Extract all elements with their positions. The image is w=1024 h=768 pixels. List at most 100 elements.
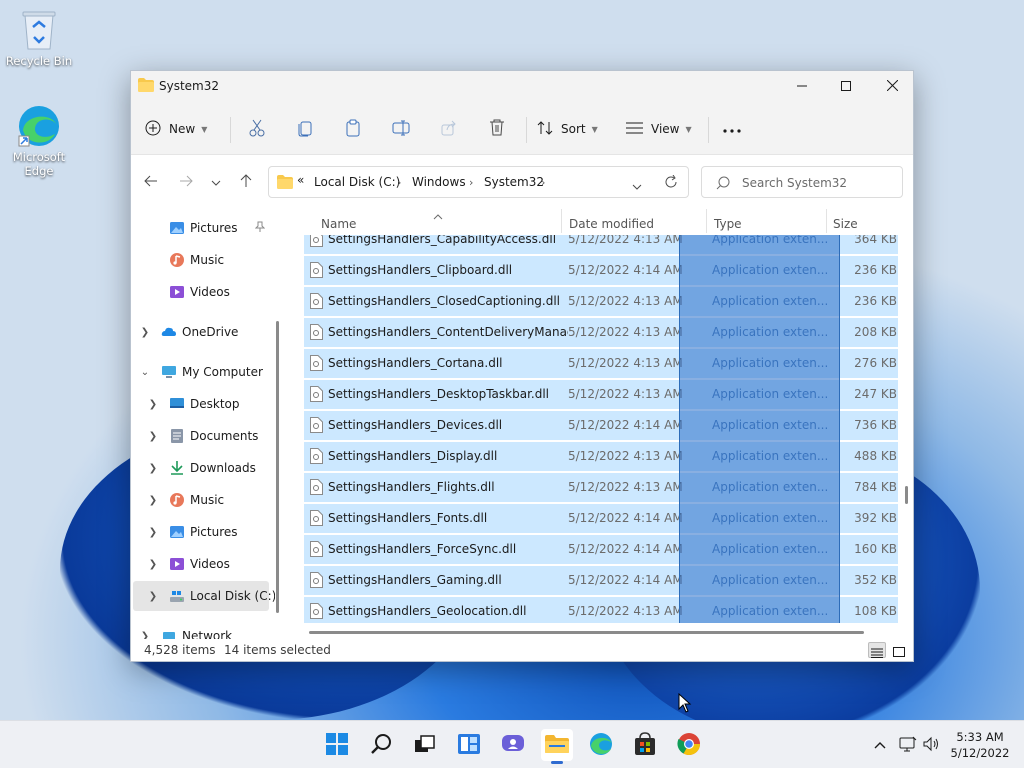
chevron-right-icon: › — [397, 176, 402, 189]
recent-locations-button[interactable] — [204, 170, 228, 194]
refresh-icon[interactable] — [664, 174, 678, 192]
nav-item-my-computer[interactable]: ⌄ My Computer — [131, 357, 271, 387]
search-icon — [716, 176, 730, 193]
nav-item-music-quick[interactable]: Music — [131, 245, 271, 275]
minimize-button[interactable] — [779, 71, 825, 103]
arrow-right-icon — [179, 175, 193, 190]
share-button[interactable] — [433, 113, 465, 145]
nav-item-videos[interactable]: ❯ Videos — [131, 549, 271, 579]
store-button[interactable] — [629, 729, 661, 761]
nav-item-onedrive[interactable]: ❯ OneDrive — [131, 317, 271, 347]
pictures-icon — [169, 524, 185, 540]
file-size: 352 KB — [854, 573, 897, 587]
view-button[interactable]: View ▼ — [626, 113, 700, 145]
dll-file-icon — [310, 541, 323, 557]
close-button[interactable] — [869, 71, 915, 103]
back-button[interactable] — [139, 170, 163, 194]
cut-button[interactable] — [241, 113, 273, 145]
vertical-scrollbar[interactable] — [905, 486, 908, 504]
chevron-down-icon: ⌄ — [140, 366, 150, 378]
breadcrumb-system32[interactable]: System32 — [484, 175, 544, 189]
documents-icon — [169, 428, 185, 444]
file-name: SettingsHandlers_Display.dll — [328, 449, 498, 463]
forward-button[interactable] — [174, 170, 198, 194]
chevron-right-icon: ❯ — [148, 558, 158, 570]
chevron-right-icon: › — [541, 176, 546, 189]
title-bar[interactable]: System32 — [131, 71, 913, 103]
nav-item-pictures[interactable]: ❯ Pictures — [131, 517, 271, 547]
tiles-view-button[interactable] — [890, 642, 908, 658]
videos-icon — [169, 556, 185, 572]
nav-item-pictures-quick[interactable]: Pictures — [131, 213, 271, 243]
chat-button[interactable] — [497, 729, 529, 761]
status-bar: 4,528 items 14 items selected — [131, 639, 913, 661]
volume-button[interactable] — [922, 735, 942, 755]
maximize-button[interactable] — [823, 71, 869, 103]
column-header-size[interactable]: Size — [833, 217, 858, 231]
file-explorer-button[interactable] — [541, 729, 573, 764]
column-header-date[interactable]: Date modified — [569, 217, 654, 231]
view-icon — [626, 122, 643, 137]
chevron-down-icon: ▼ — [685, 124, 692, 134]
column-divider[interactable] — [706, 209, 707, 233]
breadcrumb-windows[interactable]: Windows — [412, 175, 466, 189]
chevron-right-icon: ❯ — [140, 326, 150, 338]
rename-button[interactable] — [385, 113, 417, 145]
start-icon — [326, 732, 348, 758]
widgets-button[interactable] — [453, 729, 485, 761]
chevron-right-icon: ❯ — [148, 398, 158, 410]
nav-item-local-disk[interactable]: ❯ Local Disk (C:) — [133, 581, 275, 611]
column-header-name[interactable]: Name — [321, 217, 356, 231]
clock-date: 5/12/2022 — [950, 746, 1010, 760]
see-more-button[interactable] — [716, 113, 748, 145]
chevron-right-icon: ❯ — [148, 526, 158, 538]
search-button[interactable] — [365, 729, 397, 761]
file-size: 108 KB — [854, 604, 897, 618]
file-size: 364 KB — [854, 235, 897, 246]
address-history-button[interactable] — [632, 179, 642, 193]
horizontal-scrollbar[interactable] — [309, 631, 864, 634]
file-name: SettingsHandlers_Flights.dll — [328, 480, 495, 494]
chrome-button[interactable] — [673, 729, 705, 761]
details-view-icon — [871, 647, 883, 661]
show-hidden-icons-button[interactable] — [870, 735, 890, 755]
address-bar[interactable]: « Local Disk (C:) › Windows › System32 › — [268, 166, 689, 198]
copy-icon — [297, 119, 313, 140]
network-status-button[interactable] — [898, 735, 918, 755]
breadcrumb-overflow[interactable]: « — [297, 173, 304, 187]
selected-count: 14 items selected — [224, 643, 331, 657]
chevron-down-icon: ▼ — [201, 124, 208, 134]
delete-button[interactable] — [481, 113, 513, 145]
music-icon — [169, 492, 185, 508]
copy-button[interactable] — [289, 113, 321, 145]
file-explorer-icon — [545, 734, 569, 757]
nav-item-desktop[interactable]: ❯ Desktop — [131, 389, 271, 419]
desktop-icon-edge[interactable]: Microsoft Edge — [1, 104, 77, 178]
search-input[interactable]: Search System32 — [701, 166, 903, 198]
sort-button[interactable]: Sort ▼ — [537, 113, 607, 145]
breadcrumb-local-disk[interactable]: Local Disk (C:) — [314, 175, 400, 189]
file-size: 208 KB — [854, 325, 897, 339]
tiles-view-icon — [893, 646, 905, 660]
column-divider[interactable] — [826, 209, 827, 233]
navigation-scrollbar[interactable] — [276, 321, 279, 613]
nav-item-documents[interactable]: ❯ Documents — [131, 421, 271, 451]
paste-button[interactable] — [337, 113, 369, 145]
column-divider[interactable] — [561, 209, 562, 233]
file-size: 276 KB — [854, 356, 897, 370]
nav-item-videos-quick[interactable]: Videos — [131, 277, 271, 307]
file-size: 236 KB — [854, 263, 897, 277]
new-button[interactable]: New ▼ — [145, 113, 217, 145]
start-button[interactable] — [321, 729, 353, 761]
chevron-right-icon: ❯ — [148, 462, 158, 474]
up-button[interactable] — [234, 170, 258, 194]
details-view-button[interactable] — [868, 642, 886, 658]
nav-item-music[interactable]: ❯ Music — [131, 485, 271, 515]
nav-item-network[interactable]: ❯ Network — [131, 621, 271, 639]
task-view-button[interactable] — [409, 729, 441, 761]
column-header-type[interactable]: Type — [714, 217, 742, 231]
clock[interactable]: 5:33 AM 5/12/2022 — [944, 729, 1016, 761]
desktop-icon-recycle-bin[interactable]: Recycle Bin — [1, 8, 77, 68]
edge-button[interactable] — [585, 729, 617, 761]
nav-item-downloads[interactable]: ❯ Downloads — [131, 453, 271, 483]
